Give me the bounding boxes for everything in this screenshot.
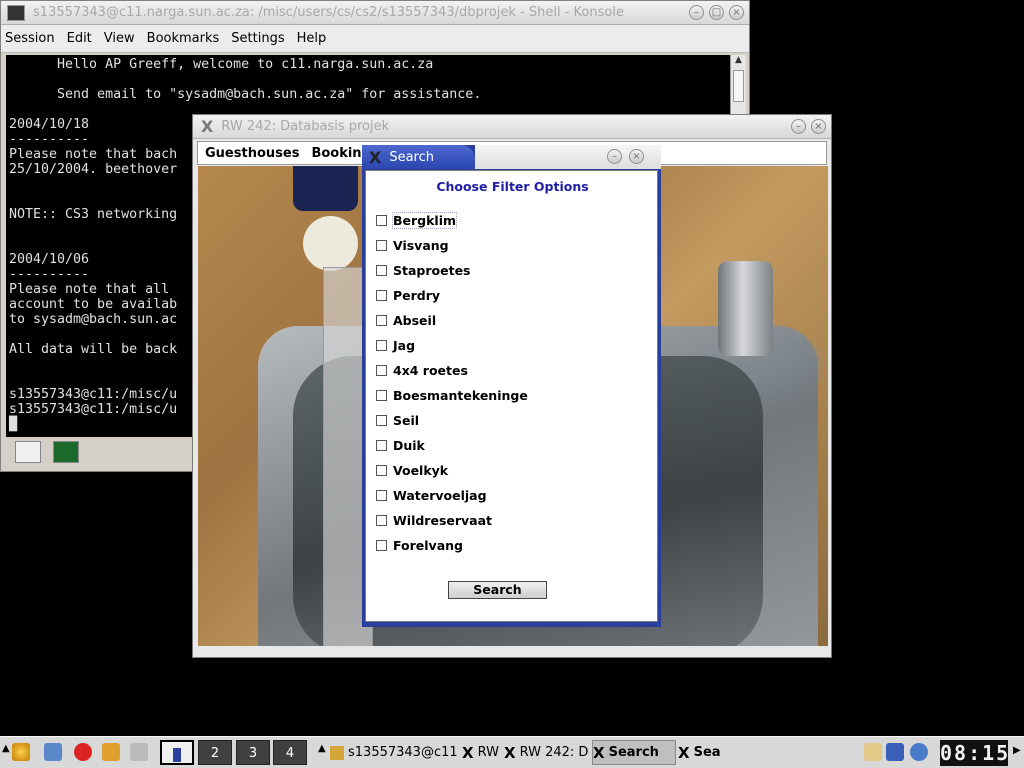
desktop-3-button[interactable]: 3	[236, 740, 270, 765]
close-button[interactable]: ×	[629, 149, 644, 164]
filter-option-abseil[interactable]: Abseil	[376, 311, 436, 329]
search-title: Search	[389, 149, 435, 165]
filter-option-wildreservaat[interactable]: Wildreservaat	[376, 511, 492, 529]
desktop-2-button[interactable]: 2	[198, 740, 232, 765]
search-button[interactable]: Search	[448, 581, 547, 599]
checkbox[interactable]	[376, 414, 387, 426]
filter-option-boesmantekeninge[interactable]: Boesmantekeninge	[376, 386, 528, 404]
search-dialog: X Search – × Choose Filter Options Bergk…	[362, 145, 661, 627]
session-shell-icon[interactable]	[53, 441, 79, 463]
filter-option-4x4-roetes[interactable]: 4x4 roetes	[376, 361, 468, 379]
checkbox[interactable]	[376, 389, 387, 401]
filter-option-seil[interactable]: Seil	[376, 411, 419, 429]
help-icon[interactable]	[74, 743, 92, 761]
desktop-1-button[interactable]	[160, 740, 194, 765]
filter-option-voelkyk[interactable]: Voelkyk	[376, 461, 448, 479]
editor-icon[interactable]	[130, 743, 148, 761]
x-app-icon: X	[201, 117, 214, 136]
taskbar: ▲ 2 3 4 ▲ s13557343@c11 X RW X RW 242: D X…	[0, 736, 1024, 768]
task-rw242[interactable]: X RW 242: D	[504, 740, 590, 765]
close-button[interactable]: ×	[729, 5, 744, 20]
checkbox[interactable]	[376, 489, 387, 501]
filter-option-watervoeljag[interactable]: Watervoeljag	[376, 486, 487, 504]
konsole-titlebar[interactable]: s13557343@c11.narga.sun.ac.za: /misc/use…	[1, 1, 749, 25]
checkbox[interactable]	[376, 264, 387, 276]
maximize-button[interactable]: □	[709, 5, 724, 20]
menu-edit[interactable]: Edit	[67, 31, 92, 46]
konsole-task-icon	[330, 745, 344, 760]
menu-view[interactable]: View	[104, 31, 135, 46]
konsole-menubar: Session Edit View Bookmarks Settings Hel…	[1, 25, 749, 53]
filter-heading: Choose Filter Options	[436, 179, 589, 194]
filter-option-bergklim[interactable]: Bergklim	[376, 211, 458, 229]
search-panel: Choose Filter Options Bergklim Visvang S…	[365, 170, 658, 622]
checkbox[interactable]	[376, 464, 387, 476]
filter-option-staproetes[interactable]: Staproetes	[376, 261, 470, 279]
x-app-icon: X	[504, 743, 516, 762]
calendar-icon[interactable]	[886, 743, 904, 761]
task-rw[interactable]: X RW	[462, 740, 502, 765]
menu-help[interactable]: Help	[297, 31, 327, 46]
cup-shape	[303, 216, 358, 271]
home-icon[interactable]	[44, 743, 62, 761]
rw-titlebar[interactable]: X RW 242: Databasis projek – ×	[193, 115, 831, 139]
kde-menu-icon[interactable]	[12, 743, 30, 761]
taskbar-arrow-icon[interactable]: ▲	[318, 743, 326, 754]
search-titlebar[interactable]: X Search	[362, 145, 475, 169]
minimize-button[interactable]: –	[791, 119, 806, 134]
clock[interactable]: 08:15	[940, 740, 1008, 766]
menu-guesthouses[interactable]: Guesthouses	[205, 146, 299, 161]
menu-bookmarks[interactable]: Bookmarks	[147, 31, 220, 46]
checkbox[interactable]	[376, 439, 387, 451]
volume-icon[interactable]	[910, 743, 928, 761]
panel-arrow-right-icon[interactable]: ▶	[1013, 745, 1021, 756]
x-app-icon: X	[678, 743, 690, 762]
desktop-4-button[interactable]: 4	[273, 740, 307, 765]
menu-settings[interactable]: Settings	[231, 31, 284, 46]
minimize-button[interactable]: –	[607, 149, 622, 164]
filter-option-duik[interactable]: Duik	[376, 436, 425, 454]
klipper-icon[interactable]	[864, 743, 882, 761]
desktop-preview-icon	[173, 747, 181, 762]
konsole-title: s13557343@c11.narga.sun.ac.za: /misc/use…	[33, 5, 624, 20]
filter-option-visvang[interactable]: Visvang	[376, 236, 449, 254]
x-app-icon: X	[593, 743, 605, 762]
x-app-icon: X	[369, 147, 382, 167]
jar-shape	[293, 166, 358, 211]
checkbox[interactable]	[376, 314, 387, 326]
checkbox[interactable]	[376, 539, 387, 551]
konsole-app-icon	[7, 4, 25, 21]
checkbox[interactable]	[376, 239, 387, 251]
checkbox[interactable]	[376, 339, 387, 351]
scroll-up-arrow-icon[interactable]: ▲	[731, 55, 746, 69]
menu-session[interactable]: Session	[5, 31, 55, 46]
rw-title: RW 242: Databasis projek	[221, 119, 390, 134]
filter-option-forelvang[interactable]: Forelvang	[376, 536, 463, 554]
checkbox[interactable]	[376, 364, 387, 376]
x-app-icon: X	[462, 743, 474, 762]
filter-option-jag[interactable]: Jag	[376, 336, 415, 354]
konqueror-icon[interactable]	[102, 743, 120, 761]
search-titlebar-rest[interactable]: – ×	[475, 145, 661, 169]
task-search-2[interactable]: X Sea	[678, 740, 738, 765]
filter-option-perdry[interactable]: Perdry	[376, 286, 440, 304]
task-konsole[interactable]: s13557343@c11	[330, 740, 460, 765]
checkbox[interactable]	[376, 289, 387, 301]
panel-arrow-left-icon[interactable]: ▲	[2, 743, 10, 754]
task-search[interactable]: X Search	[592, 740, 676, 765]
faucet-shape	[718, 261, 773, 356]
minimize-button[interactable]: –	[689, 5, 704, 20]
close-button[interactable]: ×	[811, 119, 826, 134]
scrollbar-thumb[interactable]	[733, 70, 744, 102]
new-session-icon[interactable]	[15, 441, 41, 463]
checkbox[interactable]	[376, 514, 387, 526]
checkbox[interactable]	[376, 214, 387, 226]
